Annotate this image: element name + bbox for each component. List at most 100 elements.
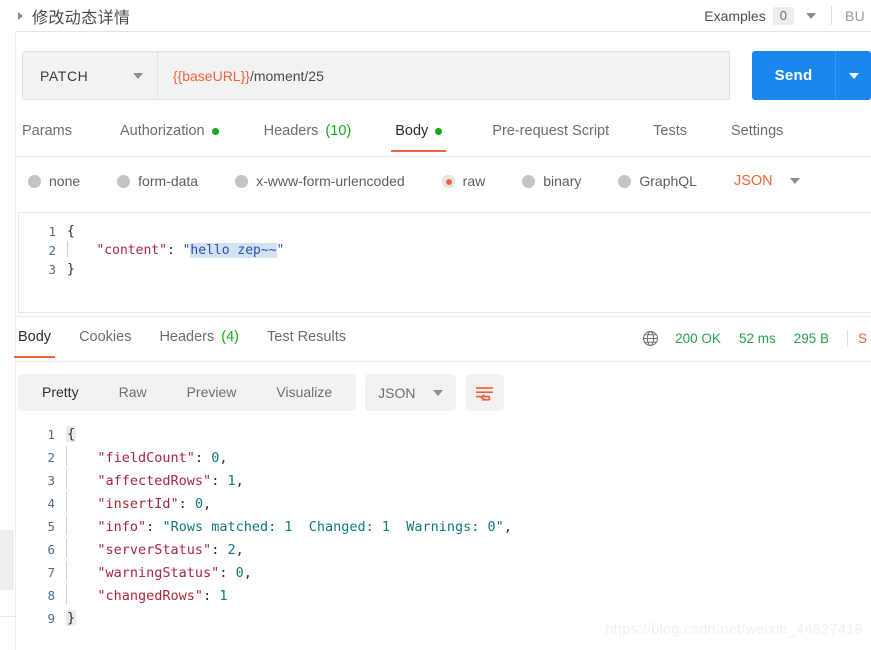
json-brace: } — [66, 610, 77, 626]
json-colon: : — [146, 519, 163, 535]
status-dot-icon — [435, 127, 443, 135]
url-input[interactable]: {{baseURL}}/moment/25 — [156, 51, 730, 100]
request-tab-pre-request-script[interactable]: Pre-request Script — [492, 120, 609, 152]
indent-guide — [66, 469, 67, 489]
word-wrap-icon — [476, 386, 494, 401]
chevron-down-icon[interactable] — [805, 12, 816, 19]
title-right-group: Examples 0 BU — [704, 6, 871, 25]
response-tab-body[interactable]: Body — [14, 326, 56, 358]
build-label[interactable]: BU — [845, 8, 865, 24]
json-colon: : — [166, 243, 183, 258]
line-number: 5 — [47, 519, 55, 534]
json-comma: , — [243, 565, 252, 581]
json-value: 1 — [219, 588, 228, 604]
code-line: 2 "content": "hello zep~~" — [19, 241, 871, 260]
radio-button-icon — [618, 174, 632, 188]
line-number: 2 — [47, 450, 55, 465]
code-content: { — [66, 423, 77, 446]
body-type-binary[interactable]: binary — [522, 173, 581, 189]
response-time[interactable]: 52 ms — [739, 331, 776, 346]
indent-guide — [66, 515, 67, 535]
json-comma: , — [219, 450, 228, 466]
indent-guide — [66, 561, 67, 581]
code-line: 7 "warningStatus": 0, — [18, 561, 871, 584]
response-status[interactable]: 200 OK — [675, 331, 721, 346]
tab-label: Authorization — [119, 123, 205, 139]
response-format-selector[interactable]: JSON — [365, 374, 456, 411]
globe-icon[interactable] — [642, 330, 659, 347]
line-number: 6 — [47, 542, 55, 557]
code-content: "info": "Rows matched: 1 Changed: 1 Warn… — [66, 515, 512, 539]
title-left-group: 修改动态详情 — [0, 4, 130, 28]
tab-label: Tests — [653, 123, 687, 139]
tab-label: Headers — [263, 123, 319, 139]
response-tab-headers[interactable]: Headers (4) — [159, 326, 239, 358]
request-tab-params[interactable]: Params — [22, 120, 72, 152]
request-tab-tests[interactable]: Tests — [653, 120, 687, 152]
response-meta-group: 200 OK 52 ms 295 B S — [642, 330, 871, 347]
send-dropdown-button[interactable] — [836, 51, 871, 100]
body-type-raw[interactable]: raw — [441, 173, 486, 189]
response-view-preview[interactable]: Preview — [167, 374, 257, 411]
indent-guide — [66, 446, 67, 466]
code-content: "changedRows": 1 — [66, 584, 227, 608]
line-number: 3 — [47, 473, 55, 488]
word-wrap-button[interactable] — [465, 374, 504, 411]
request-tab-authorization[interactable]: Authorization — [120, 120, 219, 152]
code-line: 8 "changedRows": 1 — [18, 584, 871, 607]
tab-label: Pre-request Script — [492, 123, 610, 139]
body-type-none[interactable]: none — [28, 173, 80, 189]
divider — [830, 6, 832, 25]
response-size[interactable]: 295 B — [794, 331, 829, 346]
line-number: 2 — [48, 243, 56, 258]
body-format-label[interactable]: JSON — [734, 173, 773, 189]
postman-request-response-pane: 修改动态详情 Examples 0 BU PATCH {{baseURL}}/m… — [0, 0, 871, 650]
request-title-bar: 修改动态详情 Examples 0 BU — [0, 0, 871, 31]
json-key: "content" — [96, 243, 167, 258]
http-method-selector[interactable]: PATCH — [22, 51, 157, 100]
request-tab-headers[interactable]: Headers (10) — [264, 120, 352, 152]
json-key: "insertId" — [97, 496, 179, 512]
radio-label: none — [49, 173, 81, 189]
response-view-raw[interactable]: Raw — [99, 374, 167, 411]
radio-button-icon — [117, 174, 131, 188]
response-body-viewer[interactable]: 1{2 "fieldCount": 0, 3 "affectedRows": 1,… — [18, 423, 871, 633]
indent-guide — [66, 584, 67, 604]
body-type-graphql[interactable]: GraphQL — [618, 173, 697, 189]
code-line: 3 } — [19, 260, 871, 279]
code-content: } — [66, 607, 77, 630]
response-tab-test-results[interactable]: Test Results — [267, 326, 346, 358]
url-bar-row: PATCH {{baseURL}}/moment/25 Send — [22, 51, 871, 100]
response-view-pretty[interactable]: Pretty — [22, 374, 99, 411]
tab-label: Test Results — [267, 329, 346, 345]
chevron-down-icon[interactable] — [789, 178, 800, 184]
save-response-button[interactable]: S — [858, 331, 867, 346]
request-tab-body[interactable]: Body — [391, 120, 447, 152]
json-colon: : — [194, 450, 212, 466]
json-colon: : — [211, 542, 228, 558]
send-button[interactable]: Send — [752, 51, 836, 100]
json-comma: , — [503, 519, 512, 535]
url-path: /moment/25 — [249, 67, 324, 84]
line-number: 8 — [47, 588, 55, 603]
response-toolbar: Pretty Raw Preview Visualize JSON — [18, 374, 504, 411]
body-type-form-data[interactable]: form-data — [117, 173, 198, 189]
left-hairline — [0, 616, 15, 617]
radio-label: binary — [543, 173, 582, 189]
request-body-editor[interactable]: 1 { 2 "content": "hello zep~~" 3 } — [18, 212, 871, 313]
json-value: 0 — [194, 496, 204, 512]
line-number: 3 — [48, 262, 56, 277]
radio-label: x-www-form-urlencoded — [256, 173, 405, 189]
left-scroll-block[interactable] — [0, 530, 14, 590]
body-type-radio-group: none form-data x-www-form-urlencoded raw bin… — [28, 168, 871, 194]
divider — [846, 330, 848, 347]
request-tab-settings[interactable]: Settings — [731, 120, 783, 152]
code-content: "warningStatus": 0, — [66, 561, 252, 585]
response-view-visualize[interactable]: Visualize — [256, 374, 352, 411]
json-colon: : — [211, 473, 228, 489]
radio-button-icon — [522, 174, 536, 188]
radio-label: raw — [462, 173, 486, 189]
body-type-x-www-form-urlencoded[interactable]: x-www-form-urlencoded — [235, 173, 405, 189]
caret-right-icon[interactable] — [18, 11, 23, 20]
response-tab-cookies[interactable]: Cookies — [79, 326, 131, 358]
